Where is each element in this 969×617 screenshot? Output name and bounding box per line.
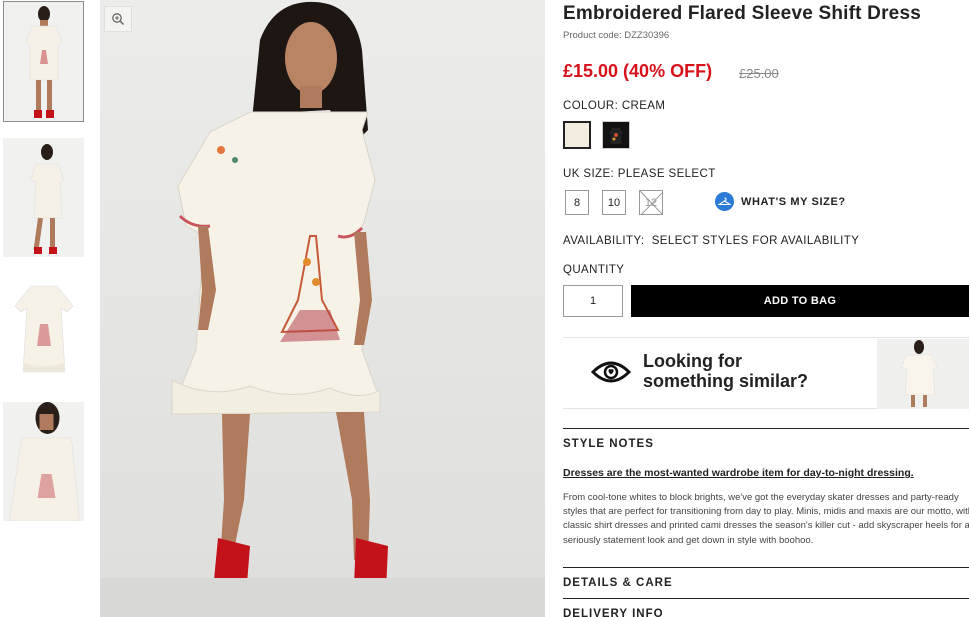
original-price: £25.00 [739, 66, 779, 81]
thumbnail-4-image [8, 402, 80, 521]
quantity-label: QUANTITY [563, 264, 625, 276]
thumbnail-1[interactable] [3, 1, 84, 122]
size-guide-link[interactable]: WHAT'S MY SIZE? [715, 192, 846, 211]
style-notes-heading[interactable]: STYLE NOTES [563, 438, 654, 450]
product-details-panel: Embroidered Flared Sleeve Shift Dress Pr… [563, 0, 969, 617]
similar-text: Looking for something similar? [643, 351, 808, 391]
unavailable-cross-icon [640, 191, 662, 214]
colour-label: COLOUR: [563, 100, 619, 112]
colour-row: COLOUR: CREAM [563, 100, 665, 112]
quantity-input[interactable]: 1 [563, 285, 623, 317]
similar-item-image [900, 340, 938, 407]
divider [563, 598, 969, 599]
availability-label: AVAILABILITY: [563, 235, 645, 247]
black-dress-icon [609, 128, 623, 144]
divider [563, 567, 969, 568]
product-code: Product code: DZZ30396 [563, 30, 670, 41]
availability-value: SELECT STYLES FOR AVAILABILITY [651, 235, 860, 247]
thumbnail-1-image [25, 6, 62, 118]
zoom-icon [112, 13, 125, 26]
size-row: UK SIZE: PLEASE SELECT [563, 168, 716, 180]
similar-text-line2: something similar? [643, 371, 809, 391]
similar-items-banner[interactable]: Looking for something similar? [563, 337, 969, 409]
hanger-icon [715, 192, 734, 211]
delivery-info-heading[interactable]: DELIVERY INFO [563, 608, 664, 617]
thumbnail-2[interactable] [3, 138, 84, 257]
eye-icon [591, 361, 631, 383]
availability-row: AVAILABILITY: SELECT STYLES FOR AVAILABI… [563, 235, 859, 247]
model-photo [100, 0, 545, 617]
thumbnail-4[interactable] [3, 402, 84, 521]
divider [563, 428, 969, 429]
product-title: Embroidered Flared Sleeve Shift Dress [563, 3, 921, 24]
colour-swatch-cream[interactable] [563, 121, 591, 149]
size-option-12-unavailable[interactable]: 12 [639, 190, 663, 215]
size-option-8[interactable]: 8 [565, 190, 589, 215]
size-guide-label: WHAT'S MY SIZE? [741, 195, 846, 208]
add-to-bag-button[interactable]: ADD TO BAG [631, 285, 969, 317]
similar-text-line1: Looking for [643, 351, 742, 371]
style-notes-body: From cool-tone whites to block brights, … [563, 492, 969, 546]
size-label: UK SIZE: [563, 168, 615, 180]
size-value: PLEASE SELECT [617, 168, 716, 180]
size-option-10[interactable]: 10 [602, 190, 626, 215]
similar-item-thumbnail[interactable] [877, 339, 969, 409]
colour-swatch-black[interactable] [602, 121, 630, 149]
zoom-button[interactable] [104, 6, 132, 32]
main-product-image[interactable] [100, 0, 545, 617]
sale-price: £15.00 (40% OFF) [563, 61, 713, 81]
thumbnail-2-image [29, 144, 64, 254]
thumbnail-3-image [14, 285, 73, 373]
thumbnail-3[interactable] [3, 274, 84, 379]
style-notes-link[interactable]: Dresses are the most-wanted wardrobe ite… [563, 467, 914, 479]
details-care-heading[interactable]: DETAILS & CARE [563, 577, 673, 589]
colour-value: CREAM [621, 100, 666, 112]
